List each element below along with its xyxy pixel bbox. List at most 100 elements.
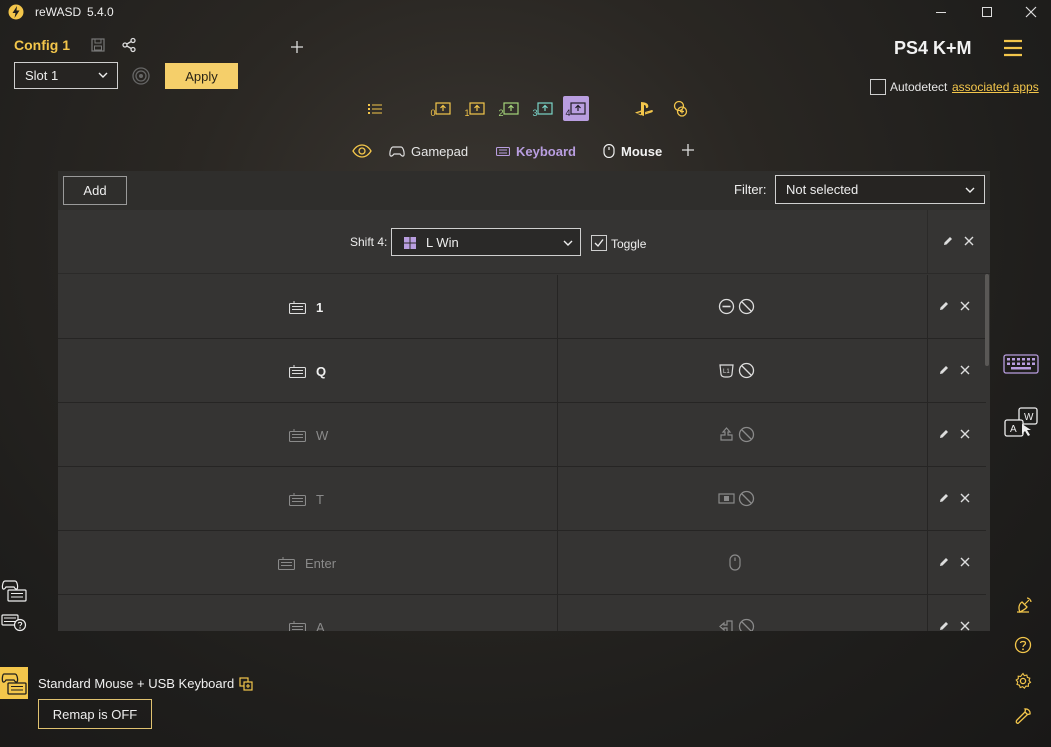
mapping-row[interactable]: Enter [58,531,986,595]
tab-keyboard[interactable]: Keyboard [496,142,576,160]
associated-apps-link[interactable]: associated apps [952,80,1039,94]
tools-icon[interactable] [1013,706,1033,726]
mapping-row[interactable]: 1 [58,275,986,339]
playstation-icon[interactable] [631,98,657,120]
remap-toggle-button[interactable]: Remap is OFF [38,699,152,729]
shift-2-icon[interactable]: 2 [496,98,522,120]
device-name: Standard Mouse + USB Keyboard [38,676,235,691]
keyboard-key-icon [289,365,306,378]
mapping-row[interactable]: Q L1 [58,339,986,403]
delete-icon[interactable] [963,235,975,247]
edit-icon[interactable] [938,364,950,376]
apply-button[interactable]: Apply [165,63,238,89]
keyboard-key-icon [289,493,306,506]
add-config-icon[interactable] [289,39,305,55]
column-divider [927,339,928,403]
mapping-row[interactable]: W [58,403,986,467]
edit-icon[interactable] [938,492,950,504]
slot-select[interactable]: Slot 1 [14,62,118,89]
share-icon[interactable] [120,36,138,54]
shift-3-icon[interactable]: 3 [530,98,556,120]
column-divider [557,531,558,595]
stick-left-icon [718,618,735,631]
app-version: 5.4.0 [87,5,114,19]
maximize-button[interactable] [964,0,1010,24]
mapping-target [728,554,742,571]
delete-icon[interactable] [959,492,971,504]
edit-icon[interactable] [938,428,950,440]
save-icon[interactable] [90,37,106,53]
delete-icon[interactable] [959,300,971,312]
gamepad-add-icon[interactable] [667,98,693,120]
column-divider [557,595,558,631]
keyboard-key-icon [289,621,306,631]
gamepad-keyboard-icon[interactable] [0,577,28,603]
delete-icon[interactable] [959,556,971,568]
mouse-icon [603,144,615,158]
column-divider [927,467,928,531]
config-name[interactable]: Config 1 [14,37,70,53]
tab-gamepad-label: Gamepad [411,143,469,159]
mapping-key-label: 1 [316,300,324,315]
delete-icon[interactable] [959,620,971,631]
toggle-label: Toggle [611,237,647,251]
list-icon[interactable] [362,98,388,120]
column-divider [557,275,558,339]
row-actions [938,556,971,568]
mapping-panel: Shift 4: L Win Toggle 1 Q L1 W T Enter A [58,210,990,631]
target-icon[interactable] [131,66,151,86]
row-actions [938,364,971,376]
edit-icon[interactable] [938,556,950,568]
keyboard-help-icon[interactable] [0,610,28,636]
add-tab-icon[interactable] [681,143,695,157]
mapping-row[interactable]: A [58,595,986,631]
key-remap-icon[interactable]: WA [1003,406,1041,440]
delete-icon[interactable] [959,428,971,440]
mapping-source: T [289,492,324,507]
toggle-checkbox[interactable] [591,235,607,251]
mapping-source: W [289,428,328,443]
delete-icon[interactable] [959,364,971,376]
mouse-icon [728,554,742,571]
mapping-scrollbar[interactable] [985,274,989,366]
edit-icon[interactable] [938,620,950,631]
minimize-button[interactable] [918,0,964,24]
disabled-icon [738,298,755,315]
autodetect-label: Autodetect [890,80,948,94]
keyboard-icon [496,145,510,157]
keyboard-key-icon [289,429,306,442]
column-divider [927,275,928,339]
autodetect-checkbox[interactable] [870,79,886,95]
satellite-icon[interactable] [1013,596,1033,616]
close-window-button[interactable] [1008,0,1051,24]
windows-icon [403,236,417,250]
tab-gamepad[interactable]: Gamepad [389,142,468,160]
mapping-row[interactable]: T [58,467,986,531]
shift-0-icon[interactable]: 0 [428,98,454,120]
mapping-target: L1 [718,362,755,379]
shift-4-icon[interactable]: 4 [563,96,589,121]
shift-1-icon[interactable]: 1 [462,98,488,120]
gear-icon[interactable] [1013,671,1033,691]
filter-select[interactable]: Not selected [775,175,985,204]
mapping-target [718,618,755,631]
mapping-key-label: A [316,620,325,631]
disabled-icon [738,618,755,631]
edit-icon[interactable] [938,300,950,312]
app-logo-icon [8,4,24,20]
row-actions [938,428,971,440]
tab-mouse[interactable]: Mouse [603,142,662,160]
edit-icon[interactable] [942,235,954,247]
tab-overview[interactable] [352,142,372,160]
shift-key-select[interactable]: L Win [391,228,581,256]
eye-icon [352,144,372,158]
menu-icon[interactable] [1003,39,1023,57]
mapping-key-label: Enter [305,556,337,571]
mapping-source: Enter [278,556,336,571]
help-icon[interactable] [1013,635,1033,655]
copy-device-icon[interactable] [238,676,254,692]
add-mapping-button[interactable]: Add [63,176,127,205]
virtual-keyboard-icon[interactable] [1003,352,1039,376]
filter-label: Filter: [734,182,767,197]
mapping-target [718,490,755,507]
